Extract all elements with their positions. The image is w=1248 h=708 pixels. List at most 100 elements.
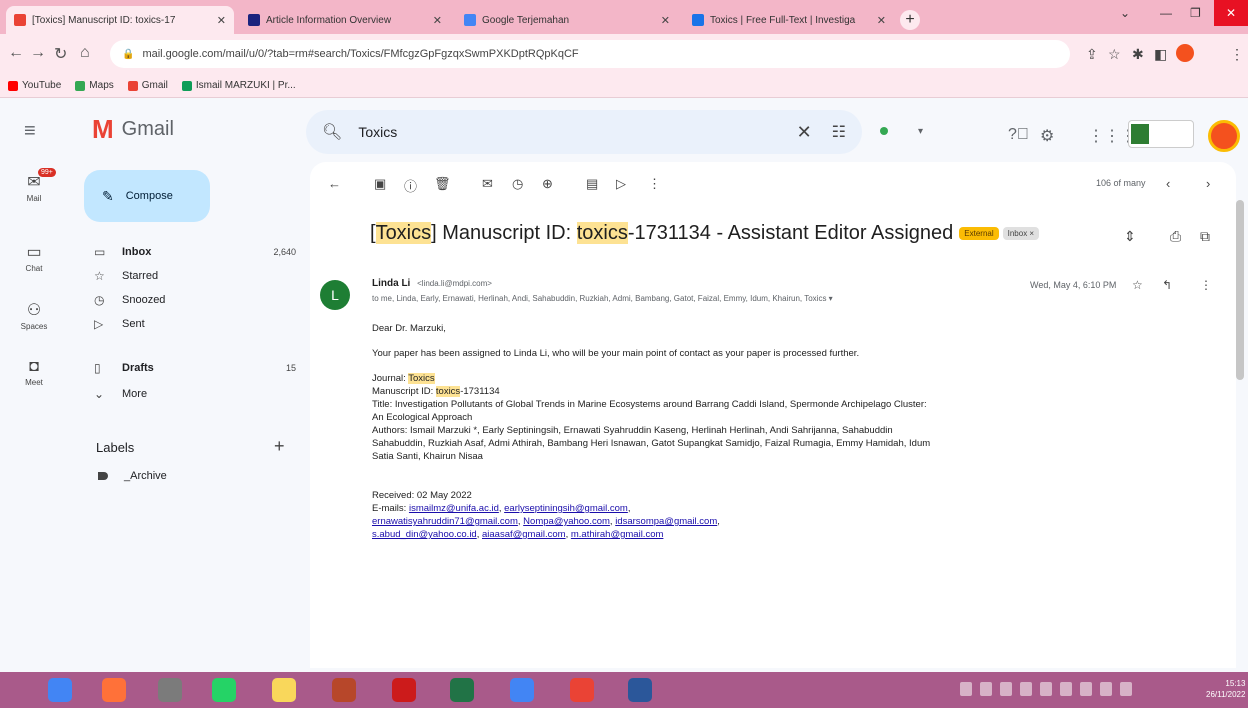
expand-all-icon[interactable]: ⇕ <box>1124 228 1136 245</box>
profile-avatar-icon[interactable] <box>1176 44 1194 62</box>
language-icon[interactable] <box>1120 682 1132 696</box>
nav-item-drafts[interactable]: ▯ Drafts 15 <box>68 356 296 380</box>
taskbar-app-chrome[interactable] <box>40 676 80 704</box>
recipients-line[interactable]: to me, Linda, Early, Ernawati, Herlinah,… <box>372 294 833 303</box>
taskbar-app-explorer[interactable] <box>264 676 304 704</box>
close-tab-icon[interactable]: ✕ <box>433 14 442 27</box>
taskbar-app-app6[interactable] <box>324 676 364 704</box>
close-tab-icon[interactable]: ✕ <box>877 14 886 27</box>
tray-icon[interactable] <box>960 682 972 696</box>
rail-meet[interactable]: ◘ Meet <box>0 358 68 387</box>
organization-logo[interactable] <box>1128 120 1194 148</box>
browser-tab-2[interactable]: Google Terjemahan ✕ <box>456 6 678 34</box>
compose-button[interactable]: ✎ Compose <box>84 170 210 222</box>
star-icon[interactable]: ☆ <box>1132 278 1143 292</box>
back-to-list-icon[interactable]: ← <box>328 176 341 191</box>
tray-icon[interactable] <box>980 682 992 696</box>
network-icon[interactable] <box>1080 682 1092 696</box>
taskbar-app-whatsapp[interactable] <box>204 676 244 704</box>
email-link[interactable]: s.abud_din@yahoo.co.id <box>372 529 477 540</box>
label-archive[interactable]: _Archive <box>98 470 167 482</box>
email-link[interactable]: ernawatisyahruddin71@gmail.com <box>372 516 518 527</box>
scrollbar[interactable] <box>1236 200 1244 380</box>
sender-avatar[interactable]: L <box>320 280 350 310</box>
print-icon[interactable]: ⎙ <box>1170 228 1181 245</box>
flag-icon[interactable] <box>1100 682 1112 696</box>
help-icon[interactable]: ?⃝ <box>1008 126 1029 144</box>
system-clock[interactable]: 15:13 26/11/2022 <box>1206 678 1245 700</box>
prev-email-icon[interactable]: ‹ <box>1166 176 1170 191</box>
bookmark-gmail[interactable]: Gmail <box>127 80 168 91</box>
taskbar-app-app3[interactable] <box>150 676 190 704</box>
add-label-icon[interactable]: + <box>274 436 285 457</box>
tab-search-icon[interactable]: ⌄ <box>1120 6 1130 20</box>
bookmark-maps[interactable]: Maps <box>75 80 114 91</box>
main-menu-icon[interactable]: ≡ <box>24 120 36 143</box>
taskbar-app-chrome2[interactable] <box>502 676 542 704</box>
nav-item-sent[interactable]: ▷ Sent <box>68 312 296 336</box>
rail-chat[interactable]: ▭ Chat <box>0 242 68 273</box>
clear-search-icon[interactable]: ✕ <box>797 122 812 143</box>
gmail-logo[interactable]: M Gmail <box>92 114 174 145</box>
nav-item-more[interactable]: ⌄ More <box>68 382 296 406</box>
browser-tab-3[interactable]: Toxics | Free Full-Text | Investiga ✕ <box>684 6 894 34</box>
tray-icon[interactable] <box>1000 682 1012 696</box>
search-input[interactable]: Toxics <box>358 124 796 140</box>
email-link[interactable]: m.athirah@gmail.com <box>571 529 664 540</box>
browser-tab-0[interactable]: [Toxics] Manuscript ID: toxics-17 ✕ <box>6 6 234 34</box>
account-avatar[interactable] <box>1208 120 1240 152</box>
tray-icon[interactable] <box>1020 682 1032 696</box>
email-link[interactable]: ismailmz@unifa.ac.id <box>409 503 499 514</box>
minimize-icon[interactable]: — <box>1160 6 1172 20</box>
browser-tab-1[interactable]: Article Information Overview ✕ <box>240 6 450 34</box>
lock-icon[interactable]: 🔒 <box>122 49 134 60</box>
move-to-icon[interactable]: ▤ <box>586 176 598 192</box>
nav-item-inbox[interactable]: ▭ Inbox 2,640 <box>68 240 296 264</box>
taskbar-app-chrome3[interactable] <box>562 676 602 704</box>
menu-kebab-icon[interactable]: ⋮ <box>1230 46 1244 63</box>
email-link[interactable]: aiaasaf@gmail.com <box>482 529 566 540</box>
tray-icon[interactable] <box>1040 682 1052 696</box>
close-tab-icon[interactable]: ✕ <box>217 14 226 27</box>
reply-icon[interactable]: ↰ <box>1162 278 1172 292</box>
message-more-icon[interactable]: ⋮ <box>1200 278 1212 292</box>
mark-unread-icon[interactable]: ✉ <box>482 176 493 192</box>
close-tab-icon[interactable]: ✕ <box>661 14 670 27</box>
volume-icon[interactable] <box>1060 682 1072 696</box>
label-icon[interactable]: ▷ <box>616 176 626 192</box>
email-link[interactable]: idsarsompa@gmail.com <box>615 516 717 527</box>
sidepanel-icon[interactable]: ◧ <box>1154 46 1167 63</box>
settings-gear-icon[interactable]: ⚙ <box>1040 126 1054 146</box>
delete-icon[interactable]: 🗑︎ <box>434 176 451 192</box>
extensions-icon[interactable]: ✱ <box>1132 46 1144 63</box>
email-link[interactable]: Nompa@yahoo.com <box>523 516 610 527</box>
nav-item-starred[interactable]: ☆ Starred <box>68 264 296 288</box>
bookmark-star-icon[interactable]: ☆ <box>1108 46 1121 63</box>
report-spam-icon[interactable]: ⓘ <box>404 176 417 195</box>
search-options-icon[interactable]: ☷ <box>832 122 846 142</box>
maximize-icon[interactable]: ❐ <box>1190 6 1201 20</box>
taskbar-app-firefox[interactable] <box>94 676 134 704</box>
back-icon[interactable]: ← <box>8 44 24 62</box>
snooze-icon[interactable]: ◷ <box>512 176 523 192</box>
archive-icon[interactable]: ▣ <box>374 176 386 192</box>
nav-item-snoozed[interactable]: ◷ Snoozed <box>68 288 296 312</box>
taskbar-app-excel[interactable] <box>442 676 482 704</box>
home-icon[interactable]: ⌂ <box>80 44 90 62</box>
bookmark-youtube[interactable]: YouTube <box>8 80 61 91</box>
bookmark-profile[interactable]: Ismail MARZUKI | Pr... <box>181 80 296 91</box>
add-task-icon[interactable]: ⊕ <box>542 176 553 192</box>
next-email-icon[interactable]: › <box>1206 176 1210 191</box>
status-selector[interactable]: ▾ <box>880 120 970 142</box>
open-new-window-icon[interactable]: ⧉ <box>1200 228 1210 245</box>
taskbar-app-word[interactable] <box>620 676 660 704</box>
inbox-label-chip[interactable]: Inbox × <box>1002 227 1040 241</box>
share-icon[interactable]: ⇪ <box>1086 46 1098 63</box>
rail-spaces[interactable]: ⚇ Spaces <box>0 300 68 331</box>
taskbar-app-opera[interactable] <box>384 676 424 704</box>
email-link[interactable]: earlyseptiningsih@gmail.com <box>504 503 628 514</box>
rail-mail[interactable]: ✉ 99+ Mail <box>0 168 68 203</box>
reload-icon[interactable]: ↻ <box>54 44 67 64</box>
sender-name[interactable]: Linda Li <box>372 278 410 289</box>
search-bar[interactable]: 🔍︎ Toxics ✕ ☷ <box>306 110 862 154</box>
